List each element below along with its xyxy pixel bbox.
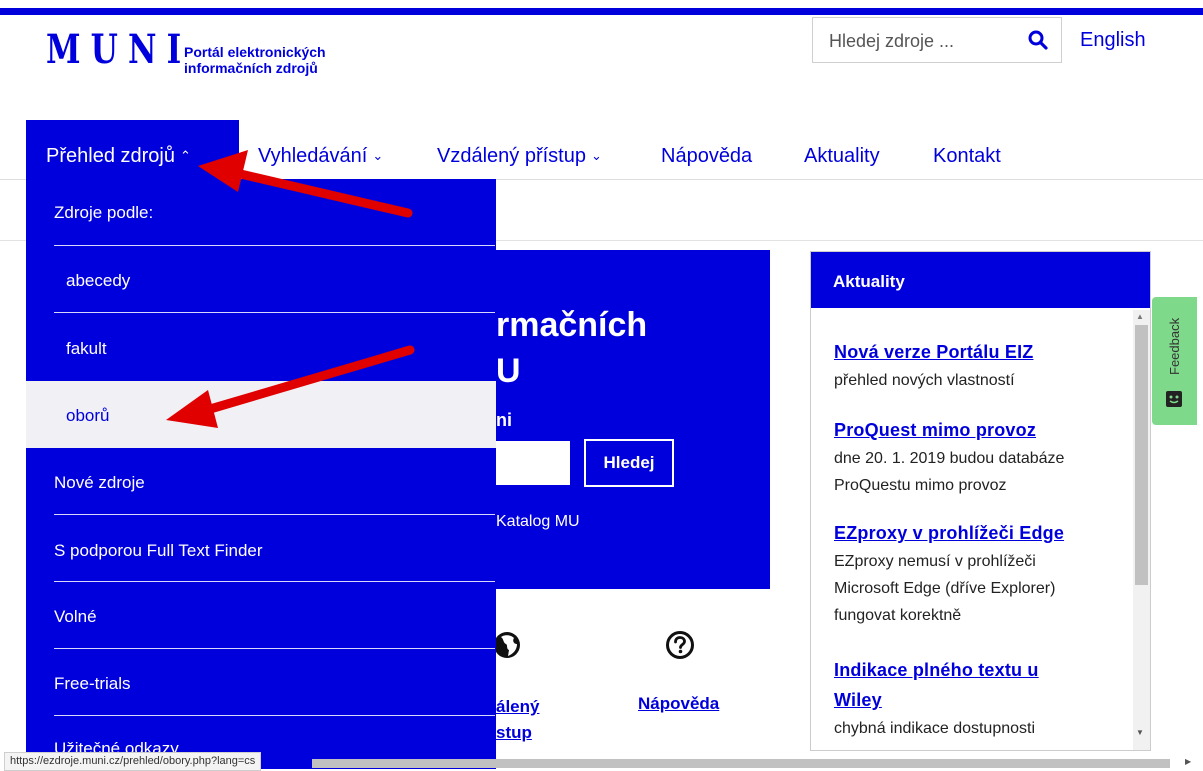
- hero-label: ni: [496, 410, 512, 430]
- news-panel: Aktuality Nová verze Portálu EIZ přehled…: [810, 251, 1151, 751]
- nav-label: Vzdálený přístup: [437, 145, 586, 167]
- hero-search-button[interactable]: Hledej: [584, 439, 674, 487]
- search-input[interactable]: [827, 30, 1011, 53]
- dropdown-item-label: Volné: [54, 607, 97, 626]
- dropdown-divider: [54, 245, 495, 246]
- news-title-link[interactable]: Wiley: [834, 685, 1104, 715]
- news-desc: Microsoft Edge (dříve Explorer): [834, 580, 1056, 597]
- globe-icon[interactable]: [493, 631, 521, 659]
- nav-item-vyhledavani[interactable]: Vyhledávání ⌄: [258, 146, 383, 166]
- news-header: Aktuality: [811, 252, 1150, 308]
- news-item: Indikace plného textu u Wiley chybná ind…: [834, 655, 1104, 742]
- logo-subtitle[interactable]: Portál elektronických informačních zdroj…: [184, 44, 326, 76]
- feedback-face-icon: [1166, 391, 1182, 407]
- remote-access-link[interactable]: álený stup: [496, 694, 539, 746]
- nav-item-kontakt[interactable]: Kontakt: [933, 146, 1001, 166]
- feedback-tab[interactable]: Feedback: [1152, 297, 1197, 425]
- news-desc: chybná indikace dostupnosti: [834, 720, 1036, 737]
- news-title-link[interactable]: ProQuest mimo provoz: [834, 415, 1104, 445]
- news-desc: dne 20. 1. 2019 budou databáze: [834, 450, 1065, 467]
- news-title-link[interactable]: Nová verze Portálu EIZ: [834, 337, 1104, 367]
- news-title-link[interactable]: EZproxy v prohlížeči Edge: [834, 518, 1104, 548]
- dropdown-item-label: Free-trials: [54, 674, 131, 693]
- scroll-down-arrow-icon[interactable]: ▼: [1136, 728, 1144, 737]
- search-icon[interactable]: [1028, 30, 1048, 50]
- catalog-link[interactable]: Katalog MU: [496, 513, 580, 531]
- link-line: álený: [496, 697, 540, 716]
- news-desc: EZproxy nemusí v prohlížeči: [834, 553, 1036, 570]
- scroll-up-arrow-icon[interactable]: ▲: [1136, 312, 1144, 321]
- dropdown-item-label: abecedy: [66, 271, 131, 290]
- nav-label: Vyhledávání: [258, 145, 368, 167]
- nav-label: Přehled zdrojů: [46, 145, 175, 167]
- scroll-right-arrow-icon[interactable]: ▶: [1185, 757, 1191, 766]
- nav-item-vzdaleny[interactable]: Vzdálený přístup ⌄: [437, 146, 602, 166]
- dropdown-divider: [54, 715, 495, 716]
- hero-title: rmačních U: [496, 302, 647, 394]
- news-scrollbar-thumb[interactable]: [1135, 325, 1148, 585]
- dropdown-divider: [54, 312, 495, 313]
- hero-search-input[interactable]: [496, 441, 570, 485]
- status-url: https://ezdroje.muni.cz/prehled/obory.ph…: [4, 752, 262, 771]
- header-search: [812, 17, 1062, 63]
- logo-subtitle-line1: Portál elektronických: [184, 44, 326, 60]
- news-desc: přehled nových vlastností: [834, 372, 1015, 389]
- dropdown-menu: Zdroje podle: abecedy fakult oborů Nové …: [26, 179, 496, 769]
- link-line: stup: [496, 723, 532, 742]
- news-desc: ProQuestu mimo provoz: [834, 477, 1007, 494]
- news-item: EZproxy v prohlížeči Edge EZproxy nemusí…: [834, 518, 1104, 629]
- dropdown-item-label: S podporou Full Text Finder: [54, 541, 263, 560]
- chevron-down-icon: ⌄: [372, 148, 384, 163]
- news-heading: Aktuality: [833, 272, 905, 291]
- news-item: Nová verze Portálu EIZ přehled nových vl…: [834, 337, 1104, 394]
- logo-subtitle-line2: informačních zdrojů: [184, 60, 318, 76]
- news-title-link[interactable]: Indikace plného textu u: [834, 655, 1104, 685]
- nav-item-aktuality[interactable]: Aktuality: [804, 146, 880, 166]
- hero-panel: [496, 250, 770, 589]
- top-accent-bar: [0, 8, 1203, 15]
- dropdown-divider: [54, 581, 495, 582]
- hero-title-line: U: [496, 352, 521, 390]
- chevron-down-icon: ⌄: [590, 148, 602, 163]
- dropdown-item-label: fakult: [66, 339, 107, 358]
- news-desc: fungovat korektně: [834, 607, 962, 624]
- dropdown-header-label: Zdroje podle:: [54, 203, 154, 222]
- dropdown-divider: [54, 514, 495, 515]
- muni-logo[interactable]: MUNI: [46, 30, 191, 70]
- help-icon[interactable]: [665, 630, 695, 660]
- nav-item-prehled[interactable]: Přehled zdrojů ⌃: [46, 146, 191, 166]
- dropdown-divider: [54, 648, 495, 649]
- nav-item-napoveda[interactable]: Nápověda: [661, 146, 752, 166]
- feedback-label: Feedback: [1167, 317, 1182, 375]
- dropdown-item-label: Nové zdroje: [54, 473, 145, 492]
- horizontal-scrollbar[interactable]: [312, 759, 1170, 768]
- dropdown-item-label: oborů: [66, 406, 110, 425]
- hero-title-line: rmačních: [496, 306, 648, 344]
- news-item: ProQuest mimo provoz dne 20. 1. 2019 bud…: [834, 415, 1104, 499]
- language-link[interactable]: English: [1080, 29, 1146, 52]
- chevron-up-icon: ⌃: [179, 148, 191, 163]
- help-link[interactable]: Nápověda: [638, 694, 719, 714]
